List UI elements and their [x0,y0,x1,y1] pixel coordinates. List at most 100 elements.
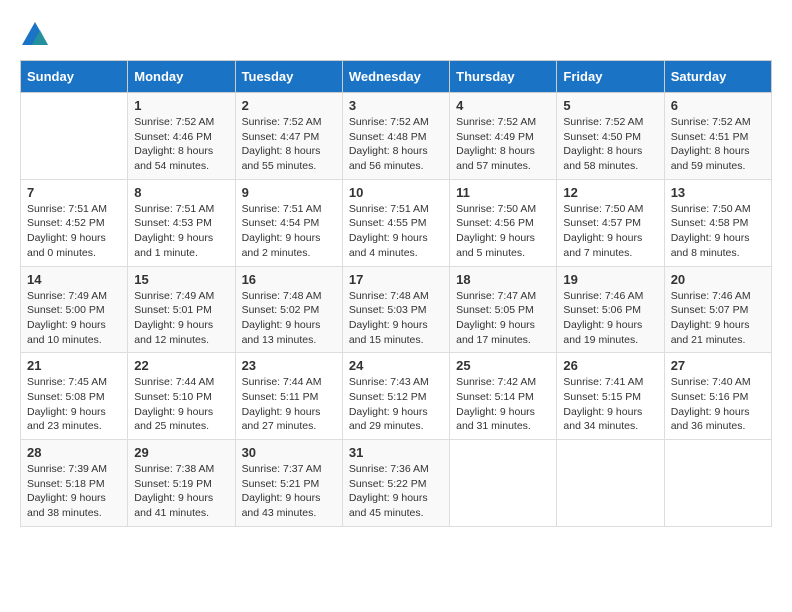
day-info: Sunrise: 7:52 AM Sunset: 4:46 PM Dayligh… [134,115,228,174]
day-info: Sunrise: 7:36 AM Sunset: 5:22 PM Dayligh… [349,462,443,521]
weekday-header: Saturday [664,61,771,93]
calendar-cell: 25 Sunrise: 7:42 AM Sunset: 5:14 PM Dayli… [450,353,557,440]
day-info: Sunrise: 7:43 AM Sunset: 5:12 PM Dayligh… [349,375,443,434]
day-info: Sunrise: 7:52 AM Sunset: 4:47 PM Dayligh… [242,115,336,174]
day-info: Sunrise: 7:45 AM Sunset: 5:08 PM Dayligh… [27,375,121,434]
logo-icon [20,20,50,50]
day-number: 18 [456,272,550,287]
day-info: Sunrise: 7:50 AM Sunset: 4:56 PM Dayligh… [456,202,550,261]
calendar-cell [557,440,664,527]
day-info: Sunrise: 7:44 AM Sunset: 5:11 PM Dayligh… [242,375,336,434]
day-info: Sunrise: 7:51 AM Sunset: 4:52 PM Dayligh… [27,202,121,261]
day-info: Sunrise: 7:52 AM Sunset: 4:51 PM Dayligh… [671,115,765,174]
day-number: 16 [242,272,336,287]
day-info: Sunrise: 7:51 AM Sunset: 4:55 PM Dayligh… [349,202,443,261]
calendar-cell: 23Sunrise: 7:44 AM Sunset: 5:11 PM Dayli… [235,353,342,440]
weekday-header: Monday [128,61,235,93]
calendar-cell: 30 Sunrise: 7:37 AM Sunset: 5:21 PM Dayli… [235,440,342,527]
day-number: 27 [671,358,765,373]
day-info: Sunrise: 7:38 AM Sunset: 5:19 PM Dayligh… [134,462,228,521]
day-number: 15 [134,272,228,287]
day-number: 17 [349,272,443,287]
day-number: 11 [456,185,550,200]
day-info: Sunrise: 7:37 AM Sunset: 5:21 PM Dayligh… [242,462,336,521]
calendar-cell [664,440,771,527]
day-info: Sunrise: 7:49 AM Sunset: 5:01 PM Dayligh… [134,289,228,348]
day-number: 8 [134,185,228,200]
calendar-cell: 1 Sunrise: 7:52 AM Sunset: 4:46 PM Daylig… [128,93,235,180]
day-info: Sunrise: 7:42 AM Sunset: 5:14 PM Dayligh… [456,375,550,434]
day-number: 22 [134,358,228,373]
day-number: 20 [671,272,765,287]
day-number: 1 [134,98,228,113]
weekday-header: Tuesday [235,61,342,93]
calendar-cell: 6 Sunrise: 7:52 AM Sunset: 4:51 PM Daylig… [664,93,771,180]
calendar-cell: 18 Sunrise: 7:47 AM Sunset: 5:05 PM Dayli… [450,266,557,353]
calendar-cell: 5 Sunrise: 7:52 AM Sunset: 4:50 PM Daylig… [557,93,664,180]
calendar-cell: 17 Sunrise: 7:48 AM Sunset: 5:03 PM Dayli… [342,266,449,353]
day-number: 19 [563,272,657,287]
day-number: 31 [349,445,443,460]
calendar-cell: 29 Sunrise: 7:38 AM Sunset: 5:19 PM Dayli… [128,440,235,527]
logo [20,20,54,50]
calendar-week-row: 28 Sunrise: 7:39 AM Sunset: 5:18 PM Dayli… [21,440,772,527]
calendar-cell: 19 Sunrise: 7:46 AM Sunset: 5:06 PM Dayli… [557,266,664,353]
day-info: Sunrise: 7:40 AM Sunset: 5:16 PM Dayligh… [671,375,765,434]
day-number: 6 [671,98,765,113]
day-number: 2 [242,98,336,113]
calendar-cell: 2 Sunrise: 7:52 AM Sunset: 4:47 PM Daylig… [235,93,342,180]
day-number: 4 [456,98,550,113]
calendar-cell: 10 Sunrise: 7:51 AM Sunset: 4:55 PM Dayli… [342,179,449,266]
day-info: Sunrise: 7:41 AM Sunset: 5:15 PM Dayligh… [563,375,657,434]
page-header [20,20,772,50]
day-number: 30 [242,445,336,460]
day-info: Sunrise: 7:46 AM Sunset: 5:07 PM Dayligh… [671,289,765,348]
day-number: 10 [349,185,443,200]
weekday-header: Friday [557,61,664,93]
day-number: 3 [349,98,443,113]
calendar-week-row: 1 Sunrise: 7:52 AM Sunset: 4:46 PM Daylig… [21,93,772,180]
day-info: Sunrise: 7:52 AM Sunset: 4:50 PM Dayligh… [563,115,657,174]
day-number: 26 [563,358,657,373]
day-info: Sunrise: 7:48 AM Sunset: 5:03 PM Dayligh… [349,289,443,348]
day-info: Sunrise: 7:49 AM Sunset: 5:00 PM Dayligh… [27,289,121,348]
day-info: Sunrise: 7:51 AM Sunset: 4:53 PM Dayligh… [134,202,228,261]
day-info: Sunrise: 7:46 AM Sunset: 5:06 PM Dayligh… [563,289,657,348]
day-number: 12 [563,185,657,200]
calendar-cell: 15 Sunrise: 7:49 AM Sunset: 5:01 PM Dayli… [128,266,235,353]
calendar-body: 1 Sunrise: 7:52 AM Sunset: 4:46 PM Daylig… [21,93,772,527]
day-number: 14 [27,272,121,287]
day-number: 29 [134,445,228,460]
calendar-cell: 12 Sunrise: 7:50 AM Sunset: 4:57 PM Dayli… [557,179,664,266]
calendar-cell: 7Sunrise: 7:51 AM Sunset: 4:52 PM Daylig… [21,179,128,266]
day-info: Sunrise: 7:51 AM Sunset: 4:54 PM Dayligh… [242,202,336,261]
calendar-cell: 14 Sunrise: 7:49 AM Sunset: 5:00 PM Dayli… [21,266,128,353]
calendar-header: SundayMondayTuesdayWednesdayThursdayFrid… [21,61,772,93]
weekday-row: SundayMondayTuesdayWednesdayThursdayFrid… [21,61,772,93]
calendar-week-row: 21Sunrise: 7:45 AM Sunset: 5:08 PM Dayli… [21,353,772,440]
day-number: 25 [456,358,550,373]
day-info: Sunrise: 7:39 AM Sunset: 5:18 PM Dayligh… [27,462,121,521]
calendar-cell: 27 Sunrise: 7:40 AM Sunset: 5:16 PM Dayli… [664,353,771,440]
day-number: 24 [349,358,443,373]
calendar-cell: 16 Sunrise: 7:48 AM Sunset: 5:02 PM Dayli… [235,266,342,353]
day-info: Sunrise: 7:48 AM Sunset: 5:02 PM Dayligh… [242,289,336,348]
day-info: Sunrise: 7:50 AM Sunset: 4:58 PM Dayligh… [671,202,765,261]
calendar-cell [450,440,557,527]
calendar-cell: 8 Sunrise: 7:51 AM Sunset: 4:53 PM Daylig… [128,179,235,266]
day-number: 28 [27,445,121,460]
calendar-cell: 4Sunrise: 7:52 AM Sunset: 4:49 PM Daylig… [450,93,557,180]
day-number: 13 [671,185,765,200]
calendar-table: SundayMondayTuesdayWednesdayThursdayFrid… [20,60,772,527]
day-info: Sunrise: 7:47 AM Sunset: 5:05 PM Dayligh… [456,289,550,348]
day-info: Sunrise: 7:52 AM Sunset: 4:48 PM Dayligh… [349,115,443,174]
day-number: 9 [242,185,336,200]
calendar-cell: 9 Sunrise: 7:51 AM Sunset: 4:54 PM Daylig… [235,179,342,266]
calendar-cell: 24 Sunrise: 7:43 AM Sunset: 5:12 PM Dayli… [342,353,449,440]
day-info: Sunrise: 7:44 AM Sunset: 5:10 PM Dayligh… [134,375,228,434]
day-number: 5 [563,98,657,113]
calendar-cell: 13 Sunrise: 7:50 AM Sunset: 4:58 PM Dayli… [664,179,771,266]
day-info: Sunrise: 7:50 AM Sunset: 4:57 PM Dayligh… [563,202,657,261]
calendar-cell: 28 Sunrise: 7:39 AM Sunset: 5:18 PM Dayli… [21,440,128,527]
weekday-header: Sunday [21,61,128,93]
